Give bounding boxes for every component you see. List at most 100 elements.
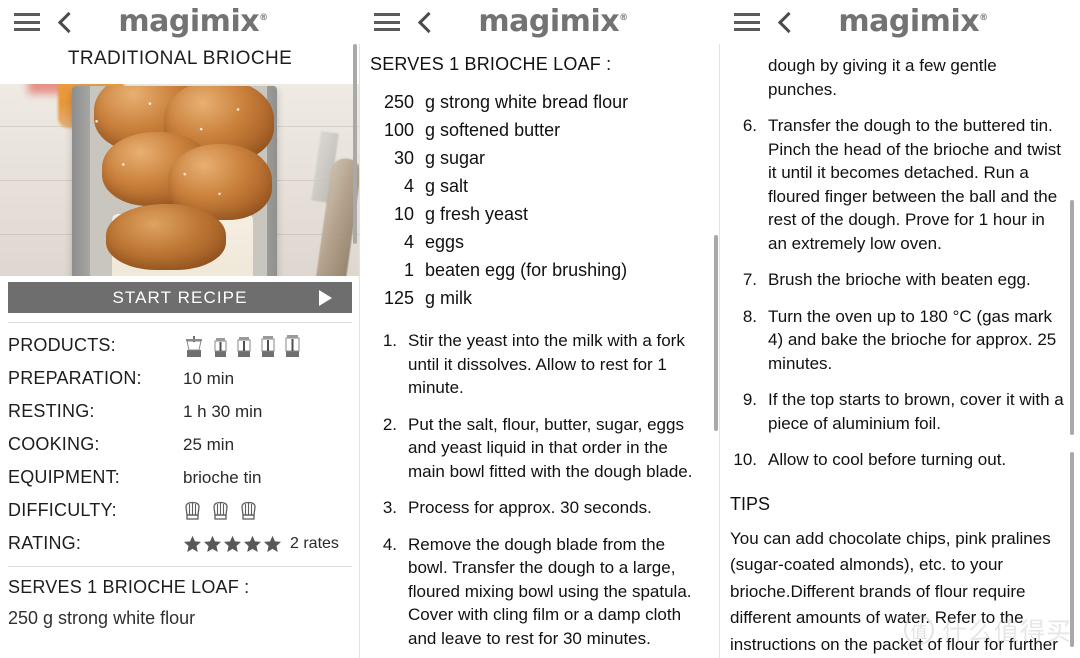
step-number: 1.: [382, 331, 397, 350]
step-number: 8.: [742, 306, 757, 326]
step-text: Remove the dough blade from the bowl. Tr…: [408, 534, 692, 648]
step-item: 8. Turn the oven up to 180 °C (gas mark …: [730, 305, 1066, 376]
ingredient-quantity: 10: [393, 204, 414, 224]
middle-panel-scrollbar[interactable]: [714, 235, 718, 431]
serves-heading-middle: SERVES 1 BRIOCHE LOAF :: [370, 54, 612, 74]
recipe-meta-list: PRODUCTS: PREPARATION: 10 min RESTING: 1…: [0, 323, 360, 560]
ingredient-row: 10 g fresh yeast: [370, 200, 706, 228]
ingredient-row: 30 g sugar: [370, 144, 706, 172]
meta-row-cooking: COOKING: 25 min: [8, 428, 352, 461]
meta-row-difficulty: DIFFICULTY:: [8, 494, 352, 527]
step-continuation-text: dough by giving it a few gentle punches.: [768, 56, 997, 99]
left-panel-scrollbar[interactable]: [353, 44, 357, 244]
right-panel-content: dough by giving it a few gentle punches.…: [720, 44, 1080, 658]
ingredient-name: g strong white bread flour: [425, 92, 629, 112]
step-text: Put the salt, flour, butter, sugar, eggs…: [408, 414, 693, 481]
brand-registered-mark: ®: [979, 13, 988, 23]
product-icon-group: [183, 333, 301, 358]
meta-row-resting: RESTING: 1 h 30 min: [8, 395, 352, 428]
brand-registered-mark: ®: [619, 13, 628, 23]
step-item: 9. If the top starts to brown, cover it …: [730, 388, 1066, 435]
hamburger-menu-icon[interactable]: [14, 13, 40, 31]
star-icon: [263, 535, 282, 552]
step-item: 7. Brush the brioche with beaten egg.: [730, 268, 1066, 292]
chef-hat-icon: [185, 501, 200, 520]
meta-row-rating: RATING: 2 rates: [8, 527, 352, 560]
step-number: 4.: [382, 534, 397, 554]
meta-label: PREPARATION:: [8, 368, 142, 388]
meta-label: RESTING:: [8, 401, 95, 421]
ingredient-row: 250 g strong white bread flour: [370, 88, 706, 116]
ingredient-quantity: 1: [403, 260, 414, 280]
meta-row-preparation: PREPARATION: 10 min: [8, 362, 352, 395]
play-triangle-icon: [319, 289, 332, 306]
meta-label: DIFFICULTY:: [8, 500, 117, 520]
ingredients-list: 250 g strong white bread flour 100 g sof…: [370, 88, 706, 312]
ingredient-quantity: 250: [383, 92, 414, 112]
ingredient-quantity: 100: [383, 120, 414, 140]
middle-panel-content: SERVES 1 BRIOCHE LOAF : 250 g strong whi…: [360, 44, 720, 658]
meta-label: COOKING:: [8, 434, 100, 454]
right-panel-scrollbar-upper[interactable]: [1070, 200, 1074, 435]
meta-value: brioche tin: [183, 467, 262, 487]
right-panel-scrollbar[interactable]: [1070, 452, 1074, 647]
star-icon: [243, 535, 262, 552]
app-bar-middle: magimix®: [360, 0, 720, 44]
chef-hat-icon: [241, 501, 256, 520]
ingredient-name: g sugar: [425, 148, 486, 168]
tips-heading: TIPS: [730, 493, 771, 514]
step-item: 1. Stir the yeast into the milk with a f…: [370, 329, 706, 400]
hamburger-menu-icon[interactable]: [374, 13, 400, 31]
food-processor-icon: [186, 336, 202, 357]
step-text: Allow to cool before turning out.: [768, 450, 1007, 469]
brand-logo: magimix®: [74, 7, 346, 37]
food-processor-icon: [237, 337, 251, 357]
back-chevron-icon[interactable]: [56, 9, 74, 35]
step-text: Turn the oven up to 180 °C (gas mark 4) …: [768, 306, 1057, 373]
ingredient-row: 4 eggs: [370, 228, 706, 256]
steps-list-middle: 1. Stir the yeast into the milk with a f…: [370, 329, 706, 658]
page-title: TRADITIONAL BRIOCHE: [67, 48, 293, 69]
ingredient-cut-off-row: 250 g strong white flour: [8, 608, 196, 628]
brand-logo-text: magimix: [118, 4, 260, 39]
app-bar-right: magimix®: [720, 0, 1080, 44]
ingredient-name: g softened butter: [425, 120, 561, 140]
steps-list-right: 6. Transfer the dough to the buttered ti…: [730, 114, 1066, 472]
step-number: 6.: [742, 116, 757, 135]
hamburger-menu-icon[interactable]: [734, 13, 760, 31]
rating-count-label: 2 rates: [290, 534, 339, 552]
ingredient-name: g milk: [425, 288, 473, 308]
left-panel-recipe-overview: magimix® TRADITIONAL BRIOCHE START RECIP…: [0, 0, 360, 658]
step-number: 3.: [382, 498, 397, 517]
ingredient-name: eggs: [425, 232, 465, 252]
step-number: 9.: [742, 390, 757, 409]
right-panel-steps-tips: magimix® dough by giving it a few gentle…: [720, 0, 1080, 658]
step-item: 2. Put the salt, flour, butter, sugar, e…: [370, 413, 706, 484]
meta-value: 10 min: [183, 368, 235, 388]
meta-row-products: PRODUCTS:: [8, 329, 352, 362]
step-text: Brush the brioche with beaten egg.: [768, 270, 1031, 289]
step-item: 3. Process for approx. 30 seconds.: [370, 496, 706, 520]
back-chevron-icon[interactable]: [416, 9, 434, 35]
step-number: 7.: [742, 270, 757, 289]
hero-loaf-tin: [72, 86, 277, 276]
food-processor-icon: [261, 336, 275, 357]
ingredient-name: g salt: [425, 176, 469, 196]
back-chevron-icon[interactable]: [776, 9, 794, 35]
ingredient-row: 125 g milk: [370, 284, 706, 312]
meta-value: 25 min: [183, 434, 235, 454]
step-text: Stir the yeast into the milk with a fork…: [408, 331, 685, 397]
step-text: If the top starts to brown, cover it wit…: [768, 390, 1064, 433]
star-icon: [203, 535, 222, 552]
chef-hat-icon: [213, 501, 228, 520]
start-recipe-button[interactable]: START RECIPE: [8, 282, 352, 313]
star-icon: [183, 535, 202, 552]
food-processor-icon: [214, 338, 227, 357]
recipe-hero-image: [0, 84, 360, 276]
rating-stars[interactable]: 2 rates: [183, 535, 339, 553]
ingredient-row: 100 g softened butter: [370, 116, 706, 144]
food-processor-icon: [285, 335, 300, 357]
serves-heading-left: SERVES 1 BRIOCHE LOAF :: [8, 577, 250, 597]
step-item: 10. Allow to cool before turning out.: [730, 448, 1066, 472]
ingredient-row: 1 beaten egg (for brushing): [370, 256, 706, 284]
